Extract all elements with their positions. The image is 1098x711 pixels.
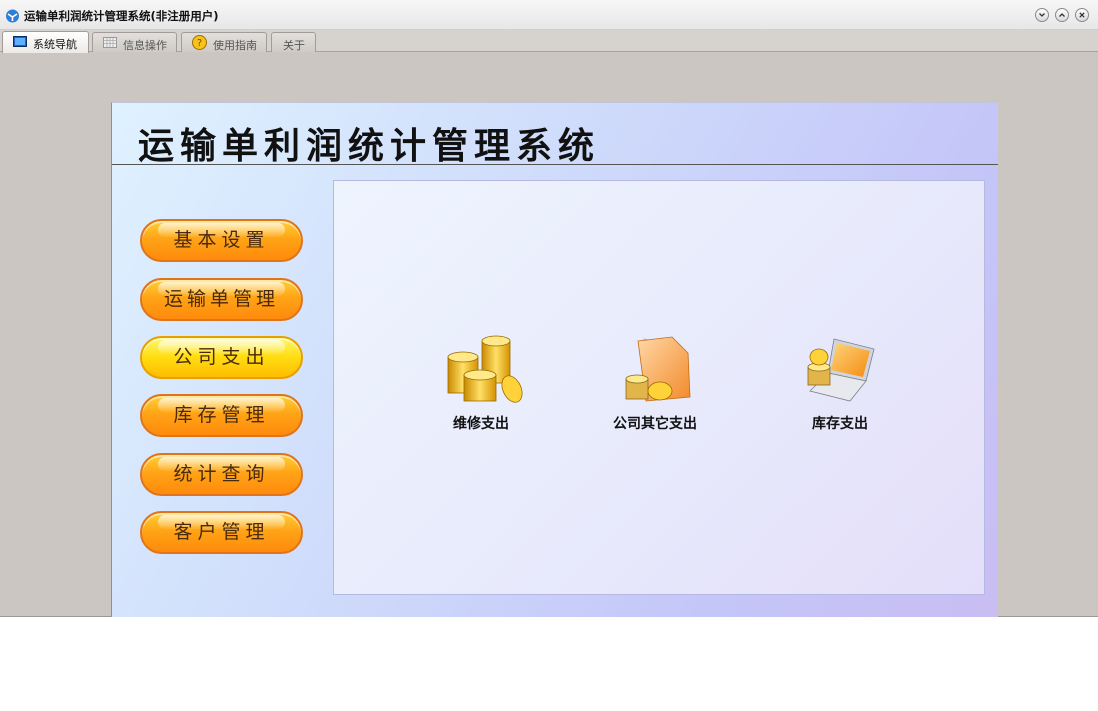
coin-stacks-icon <box>447 335 523 403</box>
tab-label: 系统导航 <box>33 38 77 51</box>
company-expense-button[interactable]: 公司支出 <box>140 336 303 379</box>
statistics-query-button[interactable]: 统计查询 <box>140 453 303 496</box>
button-label: 基本设置 <box>173 229 270 251</box>
tab-user-guide[interactable]: ? 使用指南 <box>181 32 267 52</box>
function-label: 库存支出 <box>812 416 868 432</box>
monitor-icon <box>13 36 27 47</box>
main-panel: 运输单利润统计管理系统 基本设置 运输单管理 公司支出 库存管理 统计查询 客户… <box>111 102 998 617</box>
function-area: 维修支出 公司其它支出 库存支出 <box>333 180 985 595</box>
tab-label: 使用指南 <box>213 39 257 52</box>
minimize-button[interactable] <box>1035 8 1049 22</box>
grid-icon <box>103 37 117 48</box>
basic-settings-button[interactable]: 基本设置 <box>140 219 303 262</box>
laptop-coins-icon <box>807 338 875 402</box>
function-label: 公司其它支出 <box>613 416 697 432</box>
close-button[interactable] <box>1075 8 1089 22</box>
chevron-down-icon <box>1039 13 1045 17</box>
repair-expense-item[interactable]: 维修支出 <box>439 331 539 441</box>
close-icon <box>1079 12 1085 18</box>
tab-system-navigation[interactable]: 系统导航 <box>2 31 89 53</box>
app-window: 运输单利润统计管理系统(非注册用户) 系统导航 信息操作 ? 使用指南 关于 运… <box>0 0 1098 617</box>
function-label: 维修支出 <box>453 416 509 432</box>
window-title: 运输单利润统计管理系统(非注册用户) <box>24 9 219 23</box>
help-coin-icon: ? <box>192 35 207 50</box>
folder-coins-icon <box>625 336 691 402</box>
button-label: 公司支出 <box>173 346 270 368</box>
button-label: 统计查询 <box>173 463 270 485</box>
button-label: 库存管理 <box>173 404 270 426</box>
chevron-up-icon <box>1059 13 1065 17</box>
company-other-expense-item[interactable]: 公司其它支出 <box>609 331 719 441</box>
title-bar[interactable]: 运输单利润统计管理系统(非注册用户) <box>0 0 1098 30</box>
customer-management-button[interactable]: 客户管理 <box>140 511 303 554</box>
button-label: 客户管理 <box>173 521 270 543</box>
svg-text:?: ? <box>197 38 202 49</box>
tab-bar: 系统导航 信息操作 ? 使用指南 关于 <box>0 30 1098 53</box>
waybill-management-button[interactable]: 运输单管理 <box>140 278 303 321</box>
tab-info-operation[interactable]: 信息操作 <box>92 32 177 52</box>
inventory-management-button[interactable]: 库存管理 <box>140 394 303 437</box>
tab-label: 关于 <box>283 39 305 52</box>
button-label: 运输单管理 <box>163 288 279 310</box>
maximize-button[interactable] <box>1055 8 1069 22</box>
inventory-expense-item[interactable]: 库存支出 <box>794 331 894 441</box>
page-title: 运输单利润统计管理系统 <box>138 126 601 167</box>
tab-about[interactable]: 关于 <box>271 32 316 52</box>
title-divider <box>112 164 998 165</box>
tab-label: 信息操作 <box>123 39 167 52</box>
app-logo-icon <box>6 9 19 23</box>
